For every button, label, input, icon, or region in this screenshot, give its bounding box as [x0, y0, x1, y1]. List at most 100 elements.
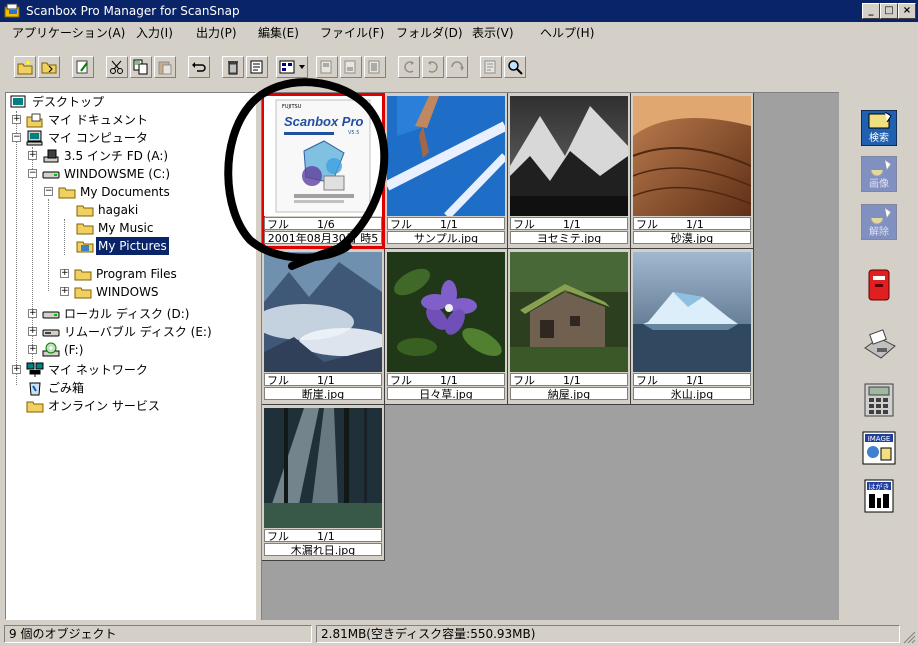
page-button-1[interactable]: [316, 56, 338, 78]
tree-label: マイ コンピュータ: [48, 131, 148, 145]
expand-toggle[interactable]: +: [12, 365, 21, 374]
find-icon: [76, 60, 88, 74]
thumbnail-image: [633, 252, 751, 372]
menu-view[interactable]: 表示(V): [472, 26, 514, 40]
thumbnail-image: [633, 96, 751, 216]
expand-toggle[interactable]: +: [28, 151, 37, 160]
paste-button[interactable]: [154, 56, 176, 78]
desert-thumbnail: [633, 96, 751, 216]
menu-file[interactable]: ファイル(F): [320, 26, 384, 40]
thumbnail-item[interactable]: フル 1/1 日々草.jpg: [385, 249, 508, 405]
view-button[interactable]: [276, 56, 308, 78]
collapse-toggle[interactable]: −: [28, 169, 37, 178]
menu-input[interactable]: 入力(I): [136, 26, 173, 40]
fax-button[interactable]: [861, 328, 897, 364]
resize-grip-icon[interactable]: [902, 630, 916, 644]
svg-text:はがき: はがき: [869, 482, 890, 491]
folder-tree: デスクトップ + マイ ドキュメント − マイ コンピュータ + 3.5 インチ…: [5, 92, 256, 620]
iceberg-thumbnail: [633, 252, 751, 372]
thumbnail-meta: フル 1/1: [264, 529, 382, 543]
copy-icon: [133, 59, 148, 75]
thumbnail-item[interactable]: フル 1/1 断崖.jpg: [262, 249, 385, 405]
thumbnail-item[interactable]: フル 1/1 木漏れ日.jpg: [262, 405, 385, 561]
page-button-3[interactable]: [364, 56, 386, 78]
my-documents-icon: [26, 113, 43, 128]
paste-icon: [158, 61, 172, 75]
menu-help[interactable]: ヘルプ(H): [540, 26, 594, 40]
collapse-toggle[interactable]: −: [44, 187, 53, 196]
tree-label: My Music: [98, 221, 154, 235]
new-folder-icon: [17, 60, 33, 75]
new-folder-button[interactable]: [14, 56, 36, 78]
info-button[interactable]: [480, 56, 502, 78]
brochure-maker: FUJITSU: [282, 104, 302, 110]
thumbnail-item-selected[interactable]: FUJITSU Scanbox Pro V5.5 フル 1/6 2001年08月3…: [262, 93, 385, 249]
page-button-2[interactable]: [340, 56, 362, 78]
svg-text:画像: 画像: [869, 178, 889, 190]
pictures-folder-icon: [76, 241, 94, 253]
rotate-180-icon: [451, 61, 464, 71]
expand-toggle[interactable]: +: [60, 269, 69, 278]
thumbnail-item[interactable]: フル 1/1 サンプル.jpg: [385, 93, 508, 249]
thumbnail-filename: 2001年08月30日 時5: [264, 231, 382, 244]
properties-button[interactable]: [246, 56, 268, 78]
cut-button[interactable]: [106, 56, 128, 78]
thumbnail-item[interactable]: フル 1/1 砂漠.jpg: [631, 93, 754, 249]
image-button[interactable]: 画像: [861, 156, 897, 192]
undo-icon: [192, 62, 206, 72]
thumbnail-item[interactable]: フル 1/1 納屋.jpg: [508, 249, 631, 405]
thumbnail-meta: フル 1/1: [510, 373, 628, 387]
undo-button[interactable]: [188, 56, 210, 78]
thumbnail-meta: フル 1/1: [633, 373, 751, 387]
my-computer-icon: [26, 130, 43, 146]
tree-label: WINDOWS: [96, 285, 159, 299]
thumbnail-item[interactable]: フル 1/1 氷山.jpg: [631, 249, 754, 405]
release-button[interactable]: 解除: [861, 204, 897, 240]
cut-icon: [110, 60, 123, 74]
forest-thumbnail: [264, 408, 382, 528]
image-export-button[interactable]: IMAGE: [861, 430, 897, 466]
image-icon: 画像: [861, 156, 897, 192]
release-icon: 解除: [861, 204, 897, 240]
menu-folder[interactable]: フォルダ(D): [396, 26, 463, 40]
close-button[interactable]: ×: [898, 3, 916, 19]
collapse-toggle[interactable]: −: [12, 133, 21, 142]
menu-output[interactable]: 出力(P): [196, 26, 237, 40]
tree-label: ごみ箱: [48, 381, 85, 395]
expand-toggle[interactable]: +: [12, 115, 21, 124]
minimize-button[interactable]: _: [862, 3, 880, 19]
expand-toggle[interactable]: +: [60, 287, 69, 296]
toolbar: [0, 44, 918, 90]
menu-application[interactable]: アプリケーション(A): [12, 26, 125, 40]
postcard-button[interactable]: はがき: [861, 478, 897, 514]
thumbnail-meta: フル 1/1: [387, 373, 505, 387]
phone-button[interactable]: [861, 382, 897, 418]
menu-edit[interactable]: 編集(E): [258, 26, 299, 40]
rotate-right-button[interactable]: [422, 56, 444, 78]
expand-toggle[interactable]: +: [28, 309, 37, 318]
rotate-left-button[interactable]: [398, 56, 420, 78]
tree-label: WINDOWSME (C:): [64, 167, 171, 181]
thumbnail-item[interactable]: フル 1/1 ヨセミテ.jpg: [508, 93, 631, 249]
page3-icon: [368, 60, 380, 74]
delete-button[interactable]: [222, 56, 244, 78]
expand-toggle[interactable]: +: [28, 345, 37, 354]
network-icon: [26, 362, 44, 377]
flower-thumbnail: [387, 252, 505, 372]
mailbox-button[interactable]: [861, 268, 897, 304]
tree-label-selected: My Pictures: [96, 237, 169, 255]
expand-toggle[interactable]: +: [28, 327, 37, 336]
properties-icon: [250, 60, 263, 74]
maximize-button[interactable]: □: [880, 3, 898, 19]
find-button[interactable]: [72, 56, 94, 78]
rotate-180-button[interactable]: [446, 56, 468, 78]
copy-button[interactable]: [130, 56, 152, 78]
svg-text:解除: 解除: [869, 225, 889, 238]
cliff-thumbnail: [264, 252, 382, 372]
drive-icon: [42, 171, 60, 179]
floppy-icon: [43, 149, 59, 163]
svg-text:IMAGE: IMAGE: [868, 435, 891, 443]
search-button[interactable]: 検索: [861, 110, 897, 146]
open-folder-button[interactable]: [38, 56, 60, 78]
zoom-button[interactable]: [504, 56, 526, 78]
